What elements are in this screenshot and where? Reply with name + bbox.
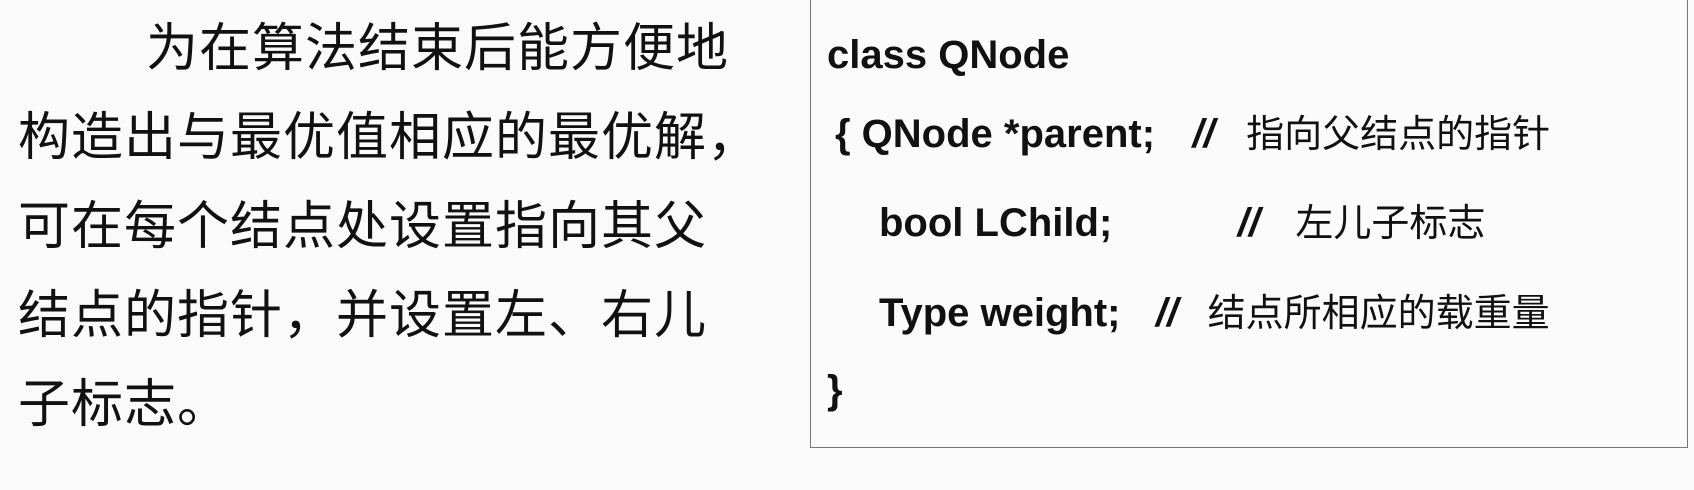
code-box: class QNode { QNode *parent; // 指向父结点的指针… — [810, 0, 1688, 448]
code-line-weight: Type weight; // 结点所相应的载重量 — [879, 283, 1550, 343]
code-line-parent: { QNode *parent; // 指向父结点的指针 — [835, 104, 1550, 164]
paragraph-line-3: 可在每个结点处设置指向其父 — [18, 197, 708, 257]
code-line-class-declaration: class QNode — [827, 25, 1069, 85]
paragraph-line-5: 子标志。 — [18, 375, 231, 435]
description-paragraph: 为在算法结束后能方便地 构造出与最优值相应的最优解， 可在每个结点处设置指向其父… — [18, 8, 798, 453]
code-line-closing-brace: } — [827, 360, 843, 420]
weight-field: Type weight; — [879, 291, 1121, 335]
paragraph-line-4: 结点的指针，并设置左、右儿 — [18, 286, 708, 346]
parent-field: { QNode *parent; — [835, 112, 1156, 156]
comment-marker: // — [1192, 112, 1215, 156]
comment-marker: // — [1155, 291, 1179, 335]
closing-brace: } — [827, 368, 843, 412]
code-line-lchild: bool LChild; // 左儿子标志 — [879, 193, 1485, 253]
class-declaration: class QNode — [827, 33, 1070, 77]
comment-marker: // — [1237, 201, 1260, 245]
weight-comment: 结点所相应的载重量 — [1207, 291, 1550, 335]
lchild-comment: 左儿子标志 — [1295, 201, 1486, 245]
paragraph-line-1: 为在算法结束后能方便地 — [146, 19, 730, 79]
lchild-field: bool LChild; — [879, 201, 1113, 245]
paragraph-line-2: 构造出与最优值相应的最优解， — [18, 108, 761, 168]
parent-comment: 指向父结点的指针 — [1246, 112, 1551, 156]
